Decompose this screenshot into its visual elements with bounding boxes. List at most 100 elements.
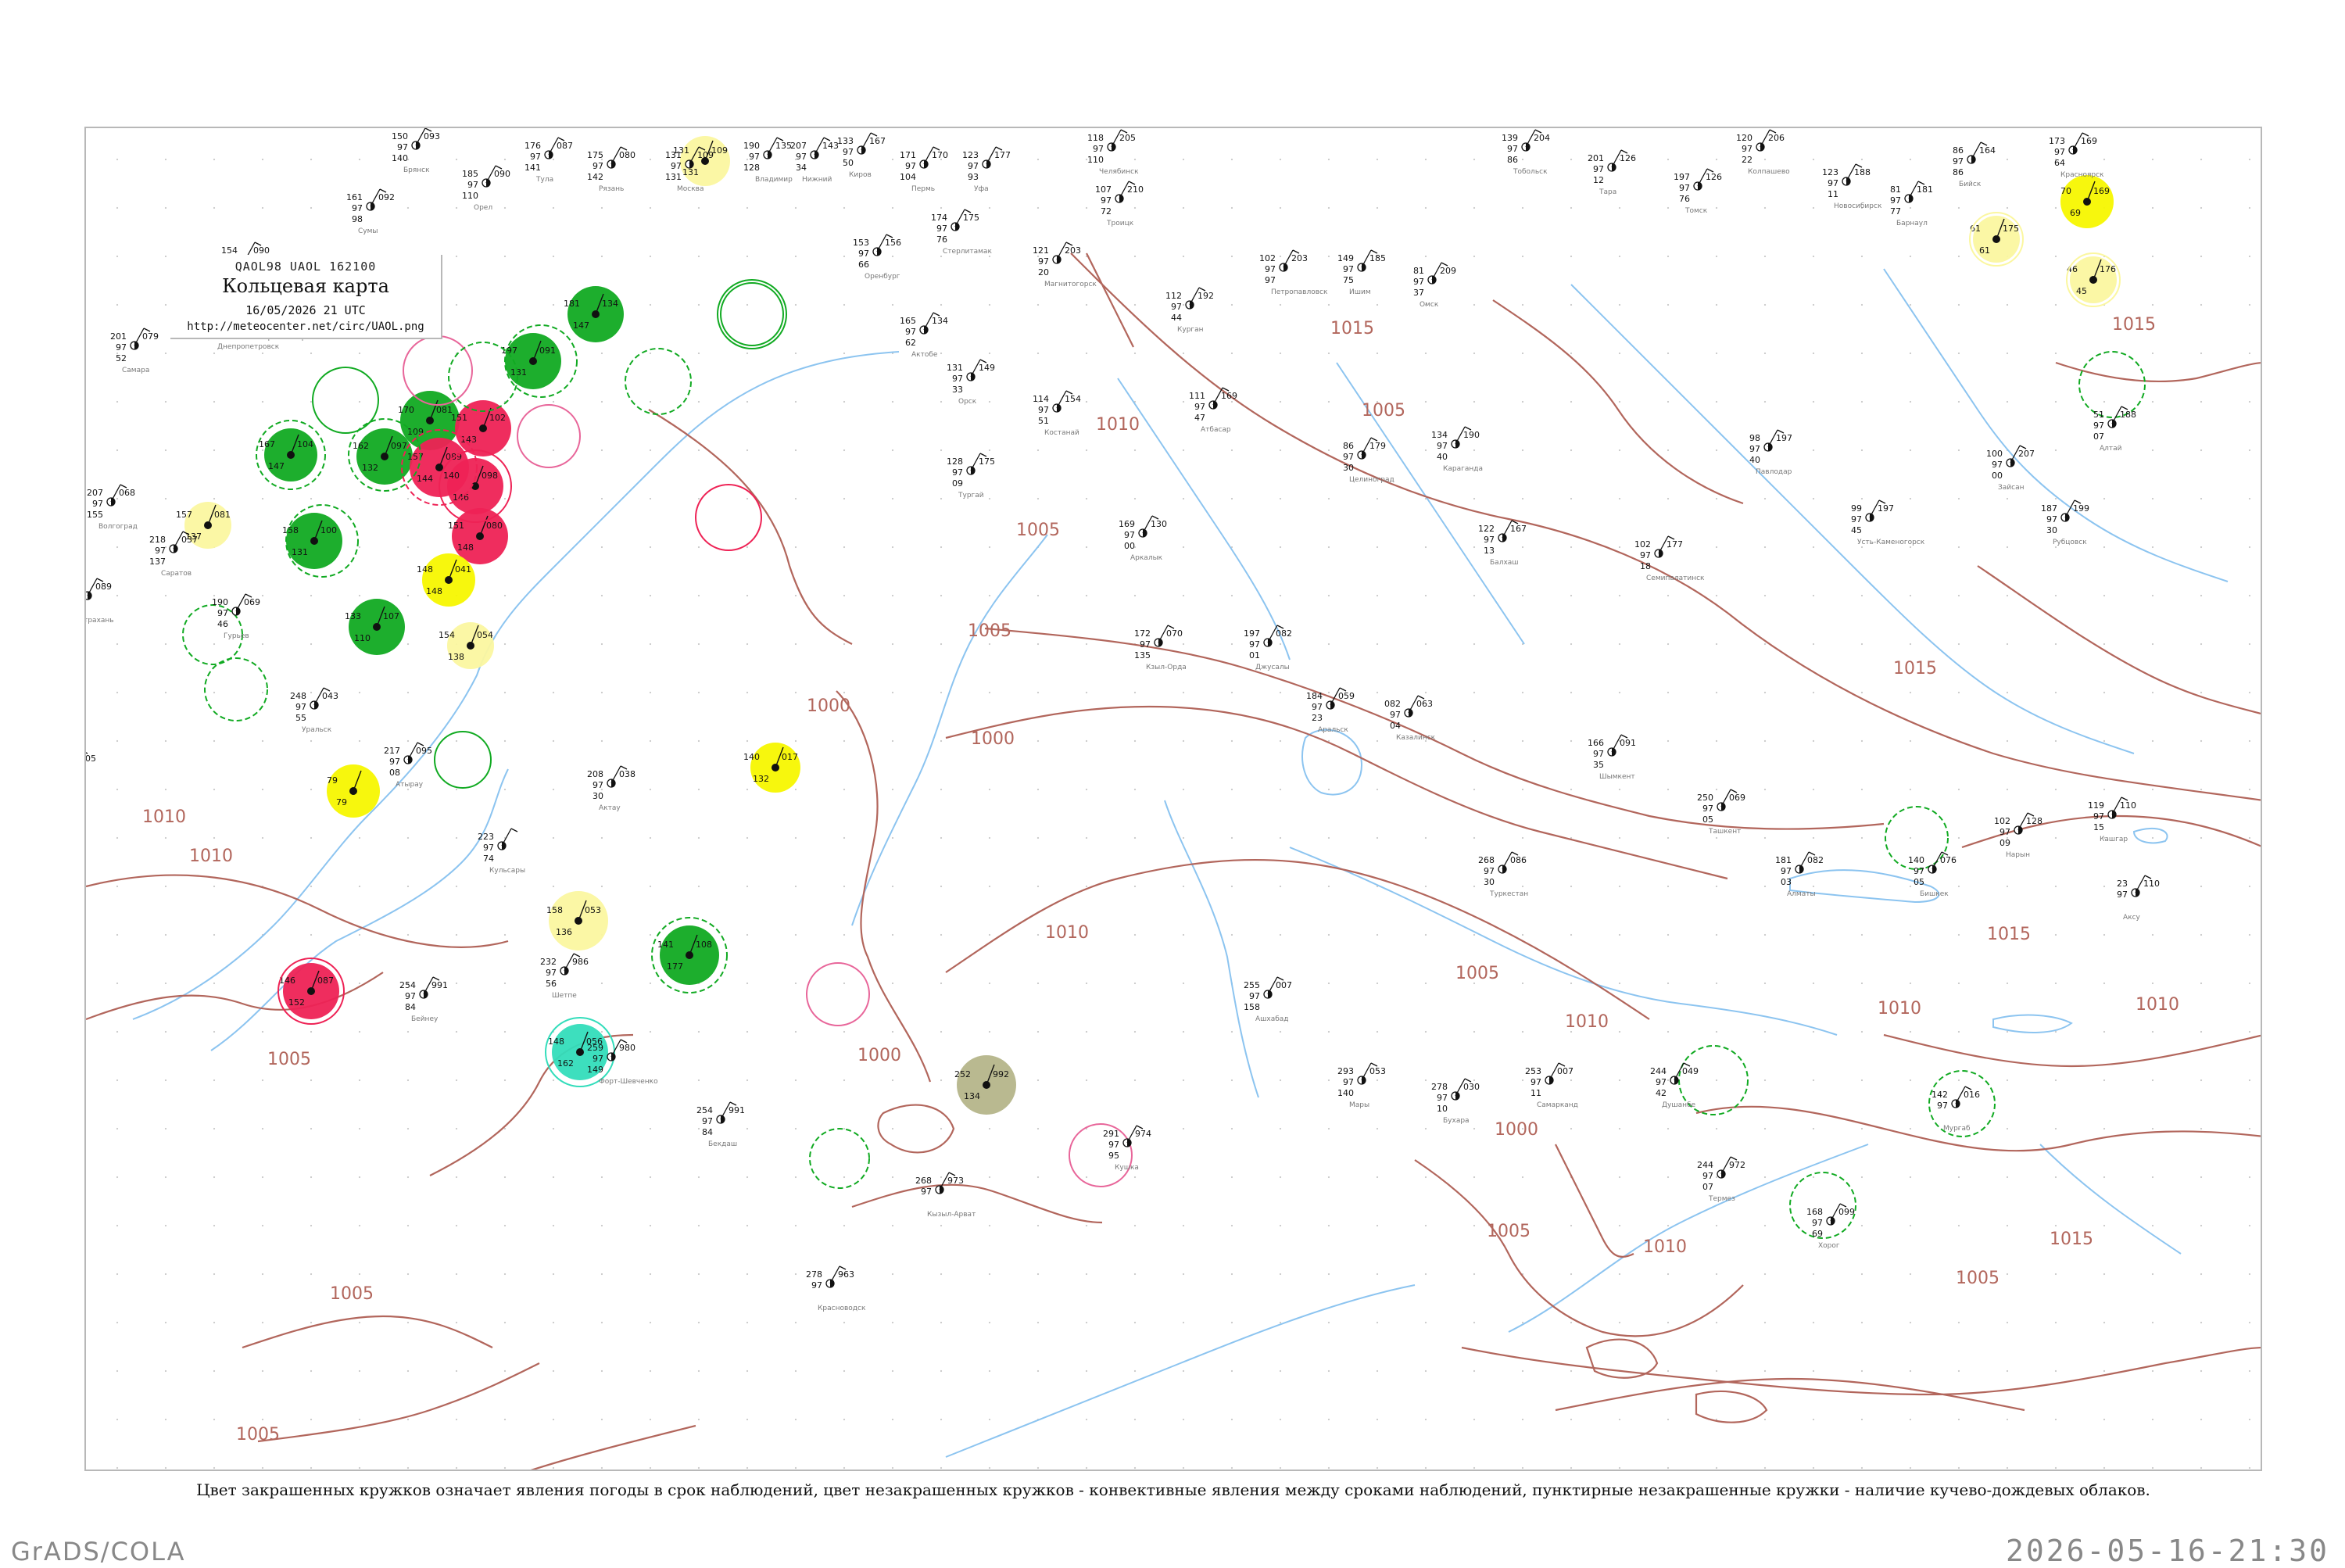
grid-dot [2248, 643, 2251, 646]
grid-dot [746, 255, 749, 258]
grid-dot [1473, 158, 1476, 161]
grid-dot [1763, 1369, 1767, 1373]
pressure-change: 97 [1101, 195, 1112, 206]
pressure-change: 97 [1343, 264, 1354, 274]
grid-dot [1618, 1273, 1621, 1276]
grid-dot [1036, 497, 1040, 500]
pressure-label: 069 [244, 597, 260, 607]
river-volga [132, 351, 900, 1020]
grid-dot [1812, 691, 1815, 694]
grid-dot [116, 1321, 119, 1324]
grid-dot [2103, 497, 2106, 500]
temperature-label: 79 [327, 775, 338, 786]
grid-dot [1376, 691, 1379, 694]
grid-dot [2248, 933, 2251, 936]
grid-dot [1812, 546, 1815, 549]
grid-dot [1667, 933, 1670, 936]
grid-dot [310, 1030, 313, 1033]
station-name: Астрахань [86, 617, 114, 625]
grid-dot [455, 303, 458, 306]
grid-dot [2151, 158, 2154, 161]
grid-dot [1860, 982, 1863, 985]
grid-dot [697, 546, 700, 549]
temperature-label: 123 [1822, 167, 1838, 177]
grid-dot [358, 1418, 361, 1421]
grid-dot [697, 1321, 700, 1324]
temperature-label: 168 [1806, 1207, 1823, 1217]
grid-dot [1618, 546, 1621, 549]
grid-dot [1715, 788, 1718, 791]
grid-dot [1473, 1369, 1476, 1373]
grid-dot [746, 303, 749, 306]
grid-dot [1521, 788, 1524, 791]
station-plot: 253 0079711Самарканд [1525, 1062, 1578, 1109]
pressure-change: 97 [858, 249, 869, 259]
grid-dot [503, 1176, 507, 1179]
grid-dot [116, 982, 119, 985]
grid-dot [2248, 1079, 2251, 1082]
grid-dot [1133, 303, 1137, 306]
temperature-label: 140 [443, 471, 460, 481]
dewpoint-label: 56 [546, 979, 557, 989]
grid-dot [1715, 1127, 1718, 1130]
grid-dot [1085, 400, 1088, 403]
grid-dot [1327, 836, 1330, 839]
grid-dot [843, 1369, 846, 1373]
station-plot: 173 1699764Красноярск [2049, 132, 2104, 179]
grid-dot [1085, 643, 1088, 646]
grid-dot [1618, 1418, 1621, 1421]
grid-dot [2151, 206, 2154, 209]
grid-dot [697, 788, 700, 791]
grid-dot [697, 497, 700, 500]
pressure-change: 97 [1914, 866, 1924, 876]
grid-dot [649, 691, 652, 694]
grid-dot [1085, 206, 1088, 209]
grid-dot [1812, 1079, 1815, 1082]
grid-dot [794, 1273, 797, 1276]
grid-dot [2200, 788, 2203, 791]
pressure-label: 175 [2003, 224, 2019, 234]
grid-dot [1957, 400, 1960, 403]
pressure-change: 97 [1531, 1077, 1541, 1087]
grid-dot [1715, 1466, 1718, 1470]
pressure-change: 97 [1593, 749, 1604, 759]
grid-dot [1133, 1273, 1137, 1276]
weather-circle: 133 107110 [345, 599, 405, 655]
grid-dot [1473, 303, 1476, 306]
grid-dot [1957, 352, 1960, 355]
pressure-change: 97 [1742, 144, 1752, 154]
grid-dot [358, 1273, 361, 1276]
grid-dot [649, 1466, 652, 1470]
grid-dot [746, 206, 749, 209]
grid-dot [891, 255, 894, 258]
temperature-label: 111 [1189, 391, 1205, 401]
grid-dot [1182, 352, 1185, 355]
temperature-label: 208 [587, 769, 603, 779]
grid-dot [940, 1030, 943, 1033]
temperature-label: 158 [546, 905, 563, 915]
grid-dot [1424, 643, 1427, 646]
grid-dot [2054, 546, 2057, 549]
grid-dot [455, 885, 458, 888]
grid-dot [988, 400, 991, 403]
grid-dot [1570, 691, 1573, 694]
grid-dot [1182, 1030, 1185, 1033]
grid-dot [1812, 1369, 1815, 1373]
temperature-label: 86 [1343, 441, 1354, 451]
grid-dot [1957, 1418, 1960, 1421]
dewpoint-label: 131 [510, 367, 527, 378]
grid-dot [1521, 1079, 1524, 1082]
source-url[interactable]: http://meteocenter.net/circ/UAOL.png [170, 320, 441, 333]
map-frame[interactable]: 1010 1005 1005 1010 1015 1005 1000 1000 1000 1005… [84, 127, 2262, 1471]
grid-dot [1376, 1224, 1379, 1227]
grid-dot [552, 1466, 555, 1470]
station-name: Мургаб [1943, 1125, 1971, 1133]
grid-dot [310, 594, 313, 597]
grid-dot [843, 497, 846, 500]
grid-dot [1424, 1127, 1427, 1130]
grid-dot [600, 546, 603, 549]
pressure-change: 97 [1171, 302, 1182, 312]
grid-dot [406, 497, 410, 500]
dewpoint-label: 69 [1812, 1229, 1823, 1239]
grid-dot [1667, 1079, 1670, 1082]
